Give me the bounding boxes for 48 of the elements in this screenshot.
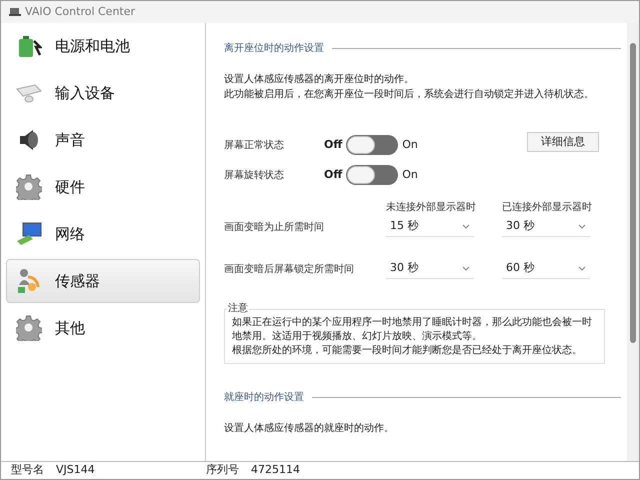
- description-text: 此功能被启用后，在您离开座位一段时间后，系统会进行自动锁定并进入待机状态。: [224, 88, 595, 102]
- setting-label: 画面变暗后屏幕锁定所需时间: [224, 262, 355, 276]
- sidebar-item[interactable]: 硬件: [6, 165, 200, 209]
- note-text: 根据您所处的环境，可能需要一段时间才能判断您是否已经处于离开座位状态。: [232, 344, 583, 358]
- serial-label: 序列号: [206, 462, 239, 478]
- on-label: On: [402, 166, 418, 183]
- sidebar-item[interactable]: 其他: [6, 306, 200, 350]
- sensor-icon: [16, 267, 42, 295]
- on-label: On: [402, 136, 418, 153]
- setting-label: 屏幕旋转状态: [224, 168, 285, 182]
- gear-icon: [16, 315, 42, 341]
- sidebar-item[interactable]: 网络: [6, 212, 200, 256]
- toggle-switch[interactable]: [346, 135, 398, 155]
- model-value: VJS144: [56, 462, 95, 478]
- dropdown[interactable]: 30 秒: [386, 259, 474, 279]
- network-icon: [15, 221, 43, 247]
- dropdown[interactable]: 30 秒: [502, 217, 590, 237]
- setting-label: 画面变暗为止所需时间: [224, 220, 325, 234]
- sidebar-item[interactable]: 输入设备: [6, 71, 200, 115]
- serial-value: 4725114: [251, 462, 300, 478]
- toggle-switch[interactable]: [346, 165, 398, 185]
- caret-icon: [462, 224, 470, 229]
- section-title: 就座时的动作设置: [224, 390, 304, 405]
- dropdown[interactable]: 15 秒: [386, 217, 474, 237]
- section-title: 离开座位时的动作设置: [224, 42, 324, 56]
- dropdown[interactable]: 60 秒: [502, 259, 590, 279]
- keyboard-icon: [15, 83, 43, 103]
- description-text: 设置人体感应传感器的就座时的动作。: [224, 422, 395, 436]
- window-title: VAIO Control Center: [25, 4, 136, 20]
- details-button[interactable]: 详细信息: [527, 132, 599, 152]
- setting-label: 屏幕正常状态: [224, 138, 285, 152]
- sidebar-item[interactable]: 传感器: [6, 259, 200, 303]
- app-icon: [9, 7, 21, 17]
- column-header: 未连接外部显示器时: [386, 200, 477, 215]
- sidebar-item[interactable]: 电源和电池: [6, 24, 200, 68]
- battery-icon: [16, 33, 42, 59]
- sidebar-item[interactable]: 声音: [6, 118, 200, 162]
- column-header: 已连接外部显示器时: [502, 200, 593, 215]
- caret-icon: [578, 224, 586, 229]
- description-text: 设置人体感应传感器的离开座位时的动作。: [224, 72, 415, 87]
- caret-icon: [462, 266, 470, 271]
- off-label: Off: [324, 136, 342, 153]
- model-label: 型号名: [11, 462, 44, 478]
- note-text: 如果正在运行中的某个应用程序一时地禁用了睡眠计时器，那么此功能也会被一时地禁用。这适用于视频播放、幻灯片放映、演示模式等。: [232, 316, 593, 344]
- caret-icon: [578, 266, 586, 271]
- off-label: Off: [324, 166, 342, 183]
- scrollbar[interactable]: [627, 23, 639, 461]
- gear-icon: [16, 174, 42, 200]
